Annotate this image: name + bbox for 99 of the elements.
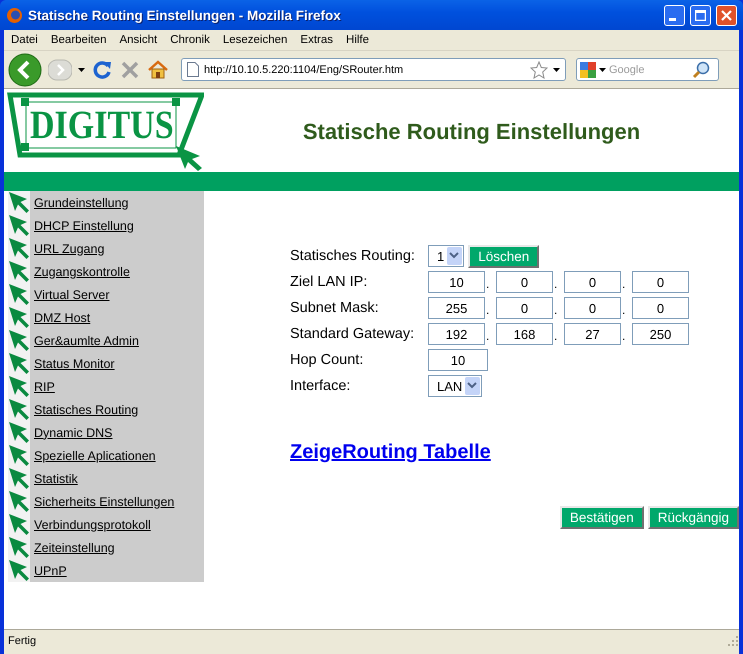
menu-item[interactable]: Lesezeichen xyxy=(218,34,292,46)
arrow-cursor-icon xyxy=(8,490,30,513)
sidebar-link[interactable]: Virtual Server xyxy=(30,288,110,302)
ip-octet-field[interactable]: 168 xyxy=(496,323,553,345)
close-button[interactable] xyxy=(716,4,737,26)
close-icon xyxy=(721,10,732,20)
sidebar-link[interactable]: Sicherheits Einstellungen xyxy=(30,494,174,508)
arrow-cursor-icon xyxy=(8,559,30,582)
ip-octet-field[interactable]: 27 xyxy=(564,323,621,345)
reload-icon xyxy=(91,58,113,80)
arrow-cursor-icon xyxy=(8,421,30,444)
arrow-cursor-icon xyxy=(8,467,30,490)
dot-separator: . xyxy=(485,329,490,345)
caret-icon xyxy=(78,68,85,72)
page-heading: Statische Routing Einstellungen xyxy=(302,118,642,144)
maximize-button[interactable] xyxy=(690,4,711,26)
sidebar-link[interactable]: Statistik xyxy=(30,472,78,486)
sidebar-link[interactable]: RIP xyxy=(30,380,55,394)
sidebar-link[interactable]: Zugangskontrolle xyxy=(30,264,130,278)
firefox-icon xyxy=(6,6,23,24)
ip-octet-field[interactable]: 0 xyxy=(496,297,553,319)
sidebar-link[interactable]: DHCP Einstellung xyxy=(30,218,134,232)
caret-icon xyxy=(447,247,462,265)
arrow-cursor-icon xyxy=(8,375,30,398)
menu-item[interactable]: Extras xyxy=(295,34,338,46)
ip-octet-field[interactable]: 0 xyxy=(564,271,621,293)
caret-icon xyxy=(599,68,606,72)
search-engine-icon xyxy=(580,62,596,78)
arrow-cursor-icon xyxy=(8,214,30,237)
home-icon xyxy=(147,58,169,80)
field-label: Hop Count: xyxy=(290,352,364,368)
ip-octet-field[interactable]: 192 xyxy=(428,323,485,345)
arrow-cursor-icon xyxy=(8,444,30,467)
input-field[interactable]: 10 xyxy=(428,349,488,371)
sidebar-link[interactable]: Grundeinstellung xyxy=(30,196,129,210)
search-bar[interactable]: Google xyxy=(576,58,719,81)
menu-item[interactable]: Ansicht xyxy=(114,34,162,46)
caret-icon xyxy=(553,68,560,72)
field-label: Ziel LAN IP: xyxy=(290,274,368,290)
arrow-cursor-icon xyxy=(8,237,30,260)
sidebar-link[interactable]: Ger&aumlte Admin xyxy=(30,334,139,348)
arrow-cursor-icon xyxy=(8,191,30,214)
arrow-cursor-icon xyxy=(8,283,30,306)
arrow-cursor-icon xyxy=(8,306,30,329)
address-field[interactable]: http://10.10.5.220:1104/Eng/SRouter.htm xyxy=(181,58,566,81)
search-icon xyxy=(692,60,710,78)
window-title: Statische Routing Einstellungen - Mozilla Firefox xyxy=(28,8,342,22)
sidebar-link[interactable]: Dynamic DNS xyxy=(30,426,112,440)
sidebar-link[interactable]: Statisches Routing xyxy=(30,402,138,416)
dot-separator: . xyxy=(553,303,558,319)
ip-octet-field[interactable]: 0 xyxy=(632,271,689,293)
field-label: Statisches Routing: xyxy=(290,248,416,264)
dropdown[interactable]: LAN xyxy=(428,375,482,397)
dot-separator: . xyxy=(621,277,626,293)
minimize-button[interactable] xyxy=(664,4,685,26)
back-button-icon xyxy=(8,52,42,86)
dot-separator: . xyxy=(553,277,558,293)
ip-octet-field[interactable]: 255 xyxy=(428,297,485,319)
dropdown[interactable]: 1 xyxy=(428,245,464,267)
minimize-icon xyxy=(669,18,676,20)
page-icon xyxy=(187,62,199,77)
menu-item[interactable]: Datei xyxy=(6,34,43,46)
dot-separator: . xyxy=(485,277,490,293)
caret-icon xyxy=(465,377,480,395)
arrow-cursor-icon xyxy=(8,398,30,421)
forward-button-icon xyxy=(48,56,72,82)
field-label: Standard Gateway: xyxy=(290,326,416,342)
star-icon xyxy=(530,60,548,78)
sidebar-link[interactable]: Verbindungsprotokoll xyxy=(30,518,151,532)
sidebar-link[interactable]: Zeiteinstellung xyxy=(30,540,115,554)
ip-octet-field[interactable]: 250 xyxy=(632,323,689,345)
menu-item[interactable]: Hilfe xyxy=(341,34,374,46)
menu-item[interactable]: Bearbeiten xyxy=(46,34,112,46)
sidebar-link[interactable]: Spezielle Aplicationen xyxy=(30,448,156,462)
arrow-cursor-icon xyxy=(8,329,30,352)
field-label: Interface: xyxy=(290,378,352,394)
status-text: Fertig xyxy=(8,635,38,647)
field-label: Subnet Mask: xyxy=(290,300,380,316)
menu-item[interactable]: Chronik xyxy=(165,34,215,46)
arrow-cursor-icon xyxy=(8,536,30,559)
sidebar-link[interactable]: URL Zugang xyxy=(30,242,104,256)
sidebar-link[interactable]: DMZ Host xyxy=(30,310,90,324)
dot-separator: . xyxy=(621,329,626,345)
arrow-cursor-icon xyxy=(8,352,30,375)
dot-separator: . xyxy=(553,329,558,345)
resize-grip-icon xyxy=(727,635,739,647)
maximize-icon xyxy=(695,10,706,20)
logo: DIGITUS xyxy=(30,101,174,148)
arrow-cursor-icon xyxy=(8,260,30,283)
sidebar-link[interactable]: Status Monitor xyxy=(30,356,115,370)
dot-separator: . xyxy=(621,303,626,319)
dot-separator: . xyxy=(485,303,490,319)
arrow-cursor-icon xyxy=(8,513,30,536)
ip-octet-field[interactable]: 0 xyxy=(632,297,689,319)
sidebar-link[interactable]: UPnP xyxy=(30,564,67,578)
ip-octet-field[interactable]: 0 xyxy=(564,297,621,319)
ip-octet-field[interactable]: 0 xyxy=(496,271,553,293)
ip-octet-field[interactable]: 10 xyxy=(428,271,485,293)
routing-table-link[interactable]: ZeigeRouting Tabelle xyxy=(290,441,491,464)
